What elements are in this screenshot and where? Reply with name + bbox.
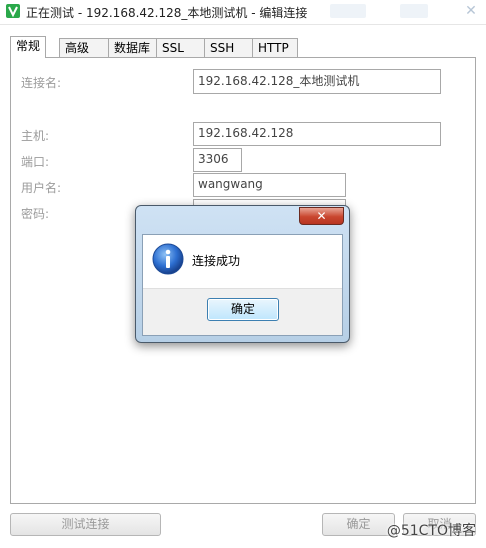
tab-advanced[interactable]: 高级	[59, 38, 109, 57]
dialog-message: 连接成功	[192, 254, 241, 268]
host-label: 主机:	[21, 129, 50, 143]
port-label: 端口:	[21, 155, 50, 169]
ok-button[interactable]: 确定	[322, 513, 395, 536]
title-bar: 正在测试 - 192.168.42.128_本地测试机 - 编辑连接 ✕	[0, 0, 486, 25]
tab-ssh[interactable]: SSH	[204, 38, 253, 57]
tab-http[interactable]: HTTP	[252, 38, 298, 57]
app-icon	[6, 4, 20, 18]
connection-name-field[interactable]: 192.168.42.128_本地测试机	[193, 69, 441, 94]
username-label: 用户名:	[21, 181, 62, 195]
dialog-ok-button[interactable]: 确定	[207, 298, 279, 321]
tab-ssl[interactable]: SSL	[156, 38, 205, 57]
success-dialog: ✕ 连接成功 确定	[135, 205, 350, 343]
password-label: 密码:	[21, 207, 50, 221]
title-ghost-button	[400, 4, 428, 18]
dialog-body: 连接成功 确定	[142, 234, 343, 336]
watermark: @51CTO博客	[386, 523, 476, 539]
username-field[interactable]: wangwang	[193, 173, 346, 197]
window-title: 正在测试 - 192.168.42.128_本地测试机 - 编辑连接	[26, 6, 308, 20]
connection-name-label: 连接名:	[21, 76, 62, 90]
port-field[interactable]: 3306	[193, 148, 242, 172]
host-field[interactable]: 192.168.42.128	[193, 122, 441, 146]
dialog-footer: 确定	[143, 288, 342, 335]
info-icon	[152, 243, 184, 275]
dialog-close-icon[interactable]: ✕	[299, 207, 344, 225]
test-connection-button[interactable]: 测试连接	[10, 513, 161, 536]
tab-database[interactable]: 数据库	[108, 38, 157, 57]
title-ghost-button	[330, 4, 366, 18]
tab-general[interactable]: 常规	[10, 36, 46, 58]
window-close-icon[interactable]: ✕	[462, 3, 480, 19]
